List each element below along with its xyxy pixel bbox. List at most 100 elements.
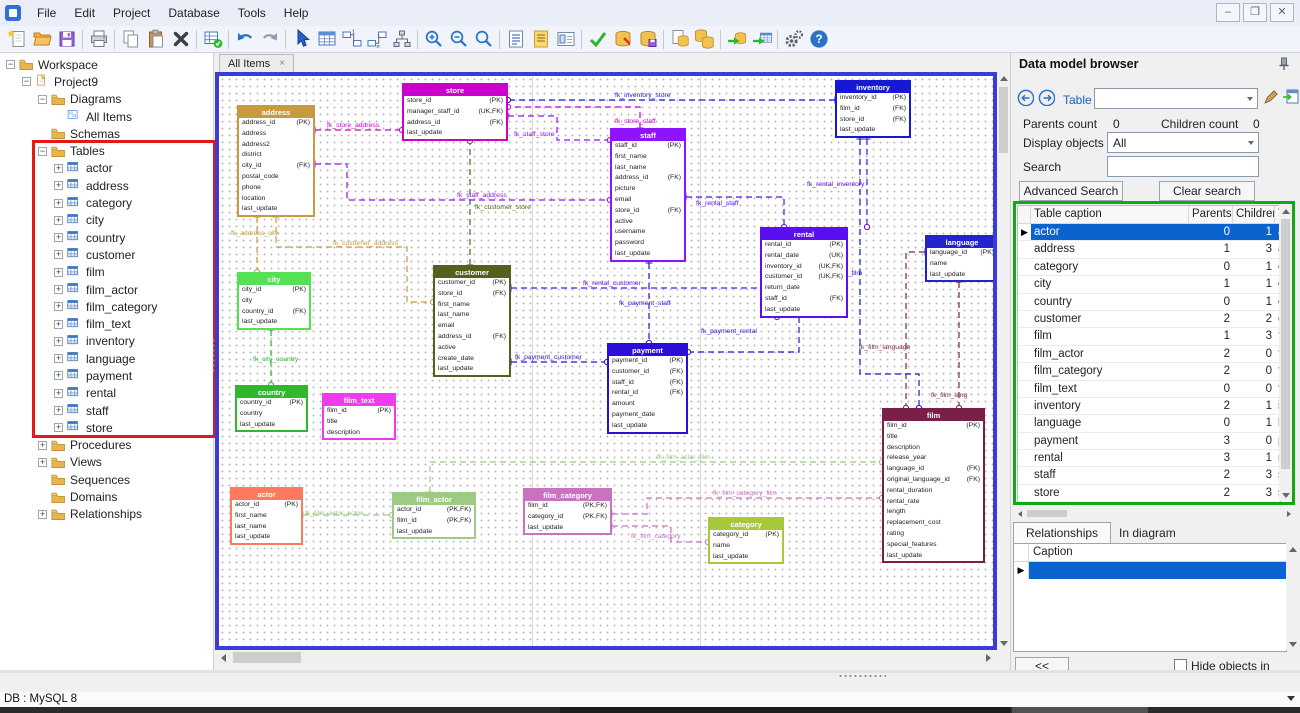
column-header-parents[interactable]: Parents — [1189, 206, 1233, 223]
canvas-vscrollbar[interactable] — [997, 72, 1010, 650]
cursor-button[interactable] — [289, 27, 314, 51]
menu-edit[interactable]: Edit — [65, 3, 104, 23]
redo-button[interactable] — [257, 27, 282, 51]
advanced-search-button[interactable]: Advanced Search — [1019, 181, 1123, 201]
scroll-down-icon[interactable] — [1279, 489, 1292, 501]
expand-icon[interactable]: + — [54, 199, 63, 208]
rel-1n-button[interactable]: 1 — [339, 27, 364, 51]
grid-row-category[interactable]: category01category — [1018, 259, 1280, 276]
entity-staff[interactable]: staffstaff_id(PK)first_namelast_nameaddr… — [610, 128, 686, 262]
db-edit-button[interactable] — [610, 27, 635, 51]
selected-relationship-row[interactable]: ▶ — [1014, 562, 1286, 579]
back-icon[interactable] — [1017, 89, 1034, 106]
tree-item-store[interactable]: +store — [0, 419, 213, 436]
grid-hscrollbar[interactable] — [1014, 508, 1294, 519]
tree-item-tables[interactable]: −Tables — [0, 142, 213, 159]
grid-row-payment[interactable]: payment30payment — [1018, 433, 1280, 450]
menu-database[interactable]: Database — [159, 3, 228, 23]
zoom-in-button[interactable] — [421, 27, 446, 51]
grid-row-film-actor[interactable]: film_actor20film_actor — [1018, 346, 1280, 363]
expand-icon[interactable]: + — [54, 371, 63, 380]
entity-actor[interactable]: actoractor_id(PK)first_namelast_namelast… — [230, 487, 303, 545]
expand-icon[interactable]: + — [54, 268, 63, 277]
grid-row-store[interactable]: store23store — [1018, 485, 1280, 502]
display-objects-combobox[interactable]: All — [1107, 132, 1259, 153]
tree-item-category[interactable]: +category — [0, 194, 213, 211]
canvas-hscrollbar[interactable] — [215, 650, 997, 665]
vscroll-thumb[interactable] — [999, 87, 1008, 153]
expand-icon[interactable]: + — [38, 510, 47, 519]
scroll-left-icon[interactable] — [1014, 508, 1025, 519]
entity-payment[interactable]: paymentpayment_id(PK)customer_id(FK)staf… — [607, 343, 688, 434]
tab-close-icon[interactable]: × — [279, 58, 285, 69]
expand-icon[interactable]: + — [54, 233, 63, 242]
column-header-children[interactable]: Children — [1233, 206, 1275, 223]
entity-rental[interactable]: rentalrental_id(PK)rental_date(UK)invent… — [760, 227, 848, 318]
grid-row-film-category[interactable]: film_category20film_category — [1018, 363, 1280, 380]
entity-address[interactable]: addressaddress_id(PK)addressaddress2dist… — [237, 105, 315, 217]
zoom-find-button[interactable] — [471, 27, 496, 51]
tab-relationships[interactable]: Relationships — [1013, 522, 1111, 543]
expand-icon[interactable]: + — [54, 302, 63, 311]
tree-item-address[interactable]: +address — [0, 177, 213, 194]
scroll-up-icon[interactable] — [1286, 543, 1299, 555]
tree-item-film-actor[interactable]: +film_actor — [0, 281, 213, 298]
edit-pencil-icon[interactable] — [1263, 89, 1280, 106]
tree-item-actor[interactable]: +actor — [0, 160, 213, 177]
expand-icon[interactable]: + — [54, 389, 63, 398]
grid-row-language[interactable]: language01language — [1018, 415, 1280, 432]
grid-row-actor[interactable]: ▶actor01actor — [1018, 224, 1280, 241]
menu-tools[interactable]: Tools — [229, 3, 275, 23]
hierarchy-button[interactable] — [389, 27, 414, 51]
expand-icon[interactable]: + — [54, 423, 63, 432]
clear-search-button[interactable]: Clear search — [1159, 181, 1255, 201]
tree-item-diagrams[interactable]: −Diagrams — [0, 91, 213, 108]
menu-file[interactable]: File — [28, 3, 65, 23]
collapse-icon[interactable]: − — [38, 147, 47, 156]
entity-inventory[interactable]: inventoryinventory_id(PK)film_id(FK)stor… — [835, 80, 911, 138]
doc-report-button[interactable] — [528, 27, 553, 51]
scroll-right-icon[interactable] — [1283, 508, 1294, 519]
grid-row-staff[interactable]: staff23staff — [1018, 467, 1280, 484]
scroll-down-icon[interactable] — [1286, 638, 1299, 650]
hscroll-thumb[interactable] — [233, 652, 301, 663]
close-button[interactable]: ✕ — [1270, 3, 1294, 22]
grid-row-rental[interactable]: rental31rental — [1018, 450, 1280, 467]
open-button[interactable] — [29, 27, 54, 51]
tree-item-payment[interactable]: +payment — [0, 367, 213, 384]
expand-icon[interactable]: + — [54, 164, 63, 173]
entity-film-text[interactable]: film_textfilm_id(PK)titledescription — [322, 393, 396, 440]
copy-button[interactable] — [118, 27, 143, 51]
tree-item-relationships[interactable]: +Relationships — [0, 506, 213, 523]
goto-table-icon[interactable] — [1282, 88, 1299, 105]
restore-button[interactable]: ❐ — [1243, 3, 1267, 22]
expand-icon[interactable]: + — [54, 250, 63, 259]
minimize-button[interactable]: – — [1216, 3, 1240, 22]
tree-item-city[interactable]: +city — [0, 212, 213, 229]
tree-item-all-items[interactable]: All Items — [0, 108, 213, 125]
grid-hscroll-thumb[interactable] — [1027, 510, 1067, 517]
diagram-canvas[interactable]: addressaddress_id(PK)addressaddress2dist… — [219, 76, 993, 646]
tab-in-diagram[interactable]: In diagram — [1107, 522, 1188, 543]
caption-column-header[interactable]: Caption — [1029, 544, 1286, 561]
help-button[interactable]: ? — [806, 27, 831, 51]
expand-icon[interactable]: + — [54, 285, 63, 294]
scroll-up-icon[interactable] — [1279, 205, 1292, 217]
save-button[interactable] — [54, 27, 79, 51]
scroll-left-icon[interactable] — [217, 650, 230, 665]
relgrid-vscrollbar[interactable] — [1286, 543, 1299, 650]
table-check-button[interactable] — [200, 27, 225, 51]
entity-film[interactable]: filmfilm_id(PK)titledescriptionrelease_y… — [882, 408, 985, 563]
grid-row-customer[interactable]: customer22customer — [1018, 311, 1280, 328]
import-table-button[interactable] — [749, 27, 774, 51]
scroll-right-icon[interactable] — [982, 650, 995, 665]
expand-icon[interactable]: + — [54, 181, 63, 190]
card-view-button[interactable] — [553, 27, 578, 51]
table-caption-grid[interactable]: Table captionParentsChildrenTable name▶a… — [1017, 205, 1281, 503]
db-copy-button[interactable] — [692, 27, 717, 51]
expand-icon[interactable]: + — [38, 458, 47, 467]
zoom-out-button[interactable] — [446, 27, 471, 51]
tree-item-country[interactable]: +country — [0, 229, 213, 246]
grid-vscrollbar[interactable] — [1279, 205, 1292, 501]
pin-icon[interactable] — [1278, 57, 1290, 71]
